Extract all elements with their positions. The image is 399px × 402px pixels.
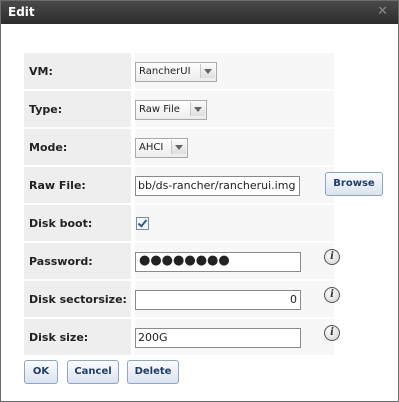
password-value-cell: ●●●●●●●● bbox=[135, 243, 334, 279]
raw-file-value-cell: bb/ds-rancher/rancherui.img bbox=[135, 167, 334, 203]
info-icon[interactable]: i bbox=[324, 249, 340, 265]
disk-sectorsize-value: 0 bbox=[290, 293, 297, 306]
chevron-down-icon[interactable] bbox=[190, 102, 205, 116]
raw-file-label-cell: Raw File: bbox=[24, 167, 131, 203]
vm-label-cell: VM: bbox=[24, 53, 131, 89]
disk-sectorsize-label: Disk sectorsize: bbox=[29, 293, 127, 306]
type-row: Type: Raw File bbox=[24, 91, 334, 127]
info-icon[interactable]: i bbox=[324, 325, 340, 341]
disk-boot-row: Disk boot: bbox=[24, 205, 334, 241]
mode-label-cell: Mode: bbox=[24, 129, 131, 165]
dialog-title: Edit bbox=[8, 5, 35, 19]
mode-select[interactable]: AHCI bbox=[135, 138, 188, 158]
chevron-down-icon[interactable] bbox=[200, 64, 215, 78]
disk-size-value: 200G bbox=[138, 331, 168, 344]
vm-select[interactable]: RancherUI bbox=[135, 62, 217, 82]
disk-size-row: Disk size: 200G bbox=[24, 319, 334, 355]
disk-boot-label: Disk boot: bbox=[29, 217, 93, 230]
close-icon[interactable]: ✕ bbox=[377, 5, 388, 19]
mode-row: Mode: AHCI bbox=[24, 129, 334, 165]
raw-file-label: Raw File: bbox=[29, 179, 86, 192]
mode-selected-value: AHCI bbox=[139, 142, 164, 153]
disk-size-value-cell: 200G bbox=[135, 319, 334, 355]
type-label-cell: Type: bbox=[24, 91, 131, 127]
delete-button[interactable]: Delete bbox=[127, 360, 179, 384]
type-select[interactable]: Raw File bbox=[135, 100, 207, 120]
raw-file-input[interactable]: bb/ds-rancher/rancherui.img bbox=[135, 176, 300, 196]
raw-file-path: bb/ds-rancher/rancherui.img bbox=[138, 179, 296, 192]
disk-sectorsize-row: Disk sectorsize: 0 bbox=[24, 281, 334, 317]
vm-selected-value: RancherUI bbox=[139, 66, 191, 77]
disk-boot-checkbox[interactable] bbox=[136, 217, 149, 230]
dialog-titlebar: Edit ✕ bbox=[1, 1, 398, 24]
password-label-cell: Password: bbox=[24, 243, 131, 279]
disk-sectorsize-input[interactable]: 0 bbox=[135, 290, 301, 310]
vm-label: VM: bbox=[29, 65, 53, 78]
browse-button[interactable]: Browse bbox=[325, 172, 383, 196]
password-input[interactable]: ●●●●●●●● bbox=[135, 252, 301, 272]
ok-button[interactable]: OK bbox=[24, 360, 58, 384]
edit-dialog: Edit ✕ VM: RancherUI Type: Raw File Mode… bbox=[0, 0, 399, 402]
disk-size-label-cell: Disk size: bbox=[24, 319, 131, 355]
type-label: Type: bbox=[29, 103, 63, 116]
disk-boot-value-cell bbox=[135, 205, 334, 241]
disk-size-label: Disk size: bbox=[29, 331, 89, 344]
chevron-down-icon[interactable] bbox=[171, 140, 186, 154]
password-label: Password: bbox=[29, 255, 93, 268]
password-masked-value: ●●●●●●●● bbox=[139, 253, 230, 268]
mode-label: Mode: bbox=[29, 141, 68, 154]
raw-file-row: Raw File: bb/ds-rancher/rancherui.img bbox=[24, 167, 334, 203]
disk-sectorsize-value-cell: 0 bbox=[135, 281, 334, 317]
disk-boot-label-cell: Disk boot: bbox=[24, 205, 131, 241]
type-selected-value: Raw File bbox=[139, 104, 180, 115]
type-value-cell: Raw File bbox=[135, 91, 334, 127]
vm-row: VM: RancherUI bbox=[24, 53, 334, 89]
info-icon[interactable]: i bbox=[324, 287, 340, 303]
password-row: Password: ●●●●●●●● bbox=[24, 243, 334, 279]
disk-size-input[interactable]: 200G bbox=[135, 328, 301, 348]
mode-value-cell: AHCI bbox=[135, 129, 334, 165]
disk-sectorsize-label-cell: Disk sectorsize: bbox=[24, 281, 131, 317]
vm-value-cell: RancherUI bbox=[135, 53, 334, 89]
cancel-button[interactable]: Cancel bbox=[67, 360, 119, 384]
